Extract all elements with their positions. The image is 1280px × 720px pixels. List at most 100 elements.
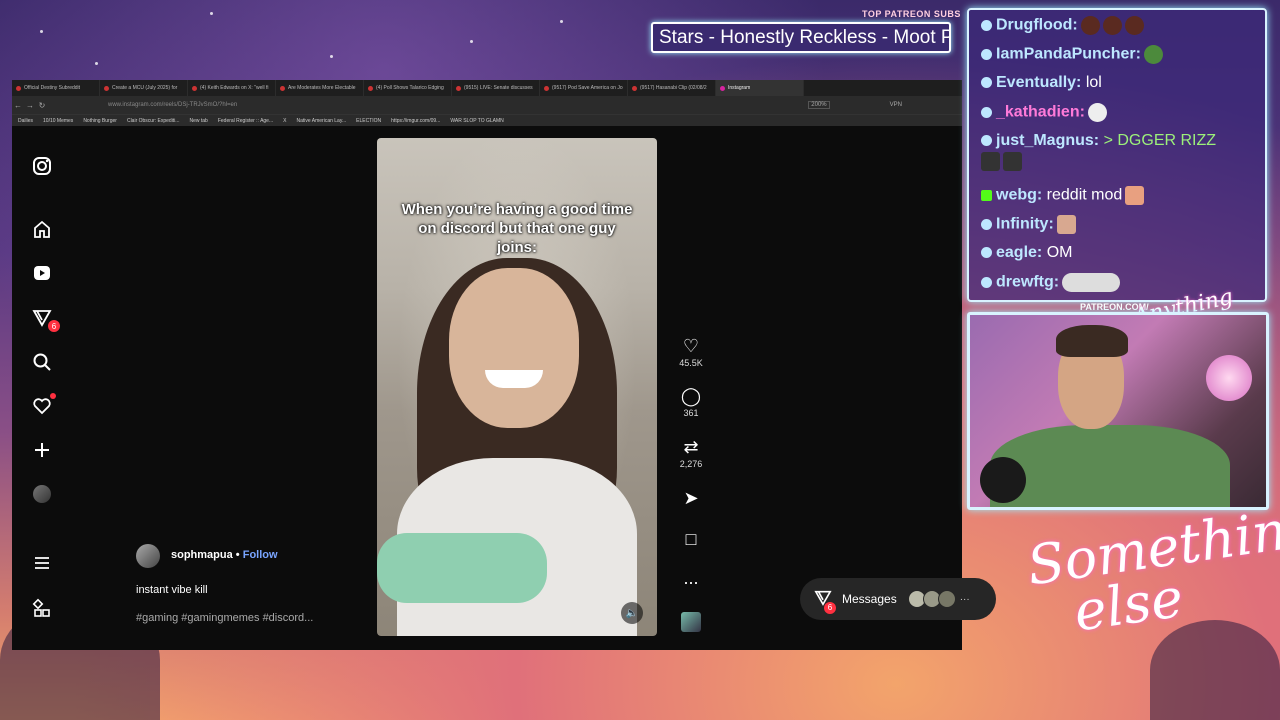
chat-badge-icon	[981, 77, 992, 89]
bookmark[interactable]: New tab	[189, 118, 207, 124]
share-button[interactable]: ➤	[678, 488, 704, 508]
mute-toggle-icon[interactable]: 🔈	[621, 602, 643, 624]
author-line: sophmapua • Follow	[171, 549, 278, 561]
bookmark[interactable]: Clair Obscur: Expediti...	[127, 118, 180, 124]
chat-username: Infinity:	[996, 215, 1054, 233]
bookmark[interactable]: Dailies	[18, 118, 33, 124]
chat-text: > DGGER RIZZ	[1103, 132, 1217, 149]
emote-icon	[981, 152, 1000, 171]
video-person-smile	[485, 370, 543, 388]
tab-label: Official Destiny Subreddit	[24, 85, 81, 91]
vpn-button[interactable]: VPN	[890, 102, 902, 108]
post-caption: instant vibe kill	[136, 584, 208, 596]
more-options-button[interactable]: ...	[678, 568, 704, 588]
reload-icon[interactable]: ↻	[36, 101, 48, 110]
menu-hamburger-icon[interactable]	[30, 551, 54, 575]
home-icon[interactable]	[30, 217, 54, 241]
also-from-meta-icon[interactable]	[30, 596, 54, 620]
chat-username: webg:	[996, 186, 1043, 204]
chat-username: drewftg:	[996, 273, 1060, 291]
ticker-text: Stars - Honestly Reckless - Moot P	[659, 27, 951, 48]
reels-icon[interactable]	[30, 261, 54, 285]
bookmark[interactable]: Native American Lay...	[296, 118, 346, 124]
emote-icon	[1056, 215, 1076, 234]
like-count: 45.5K	[679, 358, 703, 368]
bookmark[interactable]: WAR SLOP TO GLAMN	[450, 118, 503, 124]
messages-button[interactable]: 6 Messages ···	[800, 578, 996, 620]
profile-avatar[interactable]	[30, 482, 54, 506]
more-conversations: ···	[959, 593, 970, 605]
tab[interactable]: (9515) LIVE: Senate discusses	[452, 80, 540, 96]
bookmark[interactable]: X	[283, 118, 286, 124]
tab[interactable]: (4) Poll Shows Talarico Edging	[364, 80, 452, 96]
bookmark[interactable]: https://imgur.com/09...	[391, 118, 440, 124]
tab[interactable]: (9517) Pod Save America on Jo	[540, 80, 628, 96]
notifications-heart-icon[interactable]	[30, 393, 56, 418]
instagram-page: 6 When you’re having a good time on disc…	[12, 126, 996, 650]
save-button[interactable]: □	[678, 529, 704, 549]
tab[interactable]: (9517) Hasanabi Clip (02/08/2	[628, 80, 716, 96]
heart-icon: ♡	[682, 336, 700, 356]
winged-emote-icon	[1062, 273, 1121, 292]
tab-strip: Official Destiny Subreddit Create a MCU …	[12, 80, 962, 96]
chat-text: lol	[1085, 74, 1102, 91]
share-paper-plane-icon: ➤	[683, 488, 699, 508]
repost-icon: ⇄	[683, 437, 699, 457]
create-plus-icon[interactable]	[30, 438, 54, 462]
author-avatar[interactable]	[136, 544, 160, 568]
emote-icon	[1125, 186, 1145, 205]
comment-count: 361	[683, 408, 699, 418]
tab[interactable]: Are Moderates More Electable	[276, 80, 364, 96]
bookmark[interactable]: ELECTION	[356, 118, 381, 124]
chat-message: eagle: OM	[981, 244, 1072, 262]
emote-icon	[1102, 16, 1122, 35]
tab[interactable]: (4) Keith Edwards on X: "well fi	[188, 80, 276, 96]
browser-window: Official Destiny Subreddit Create a MCU …	[12, 80, 996, 650]
tab-favicon	[104, 85, 109, 91]
comment-button[interactable]: ◯ 361	[678, 386, 704, 418]
instagram-logo-icon[interactable]	[30, 154, 54, 178]
like-button[interactable]: ♡ 45.5K	[678, 336, 704, 368]
reel-video[interactable]: When you’re having a good time on discor…	[377, 138, 657, 636]
comment-icon: ◯	[680, 386, 702, 406]
tab-favicon	[456, 85, 461, 91]
forward-icon[interactable]: →	[24, 101, 36, 110]
post-hashtags[interactable]: #gaming #gamingmemes #discord...	[136, 612, 313, 624]
emote-icon	[1087, 103, 1107, 122]
url-field[interactable]: www.instagram.com/reels/DSj-TRJvSmO/?hl=…	[108, 102, 808, 108]
chat-username: just_Magnus:	[996, 132, 1100, 149]
author-username[interactable]: sophmapua	[171, 549, 233, 561]
avatar	[33, 485, 51, 503]
tab[interactable]: Official Destiny Subreddit	[12, 80, 100, 96]
chat-badge-icon	[981, 49, 992, 60]
emote-icon	[1080, 16, 1100, 35]
notification-dot	[50, 393, 56, 399]
tab-favicon	[632, 85, 637, 91]
messenger-icon: 6	[814, 589, 836, 614]
chat-badge-icon	[981, 247, 992, 259]
zoom-level[interactable]: 200%	[808, 101, 830, 109]
pepe-emote-icon	[1143, 45, 1163, 64]
tab-instagram[interactable]: Instagram	[716, 80, 804, 96]
follow-button[interactable]: Follow	[243, 549, 278, 561]
back-icon[interactable]: ←	[12, 101, 24, 110]
tab-label: (4) Poll Shows Talarico Edging	[376, 85, 444, 91]
tab-label: (4) Keith Edwards on X: "well fi	[200, 85, 269, 91]
bookmark[interactable]: Federal Register :: Age...	[218, 118, 273, 124]
messages-badge: 6	[824, 601, 836, 614]
audio-thumbnail[interactable]	[678, 612, 704, 632]
chat-badge-icon	[981, 20, 992, 31]
search-icon[interactable]	[30, 350, 54, 374]
repost-button[interactable]: ⇄ 2,276	[678, 437, 704, 469]
streamer-hair	[1056, 325, 1128, 357]
chat-username: IamPandaPuncher:	[996, 45, 1141, 63]
stream-chat: Drugflood: IamPandaPuncher: Eventually: …	[967, 8, 1267, 302]
bookmark[interactable]: Nothing Burger	[83, 118, 117, 124]
video-caption: When you’re having a good time on discor…	[401, 201, 633, 256]
messenger-icon[interactable]: 6	[30, 306, 60, 332]
tab[interactable]: Create a MCU (July 2025) for	[100, 80, 188, 96]
tab-label: (9515) LIVE: Senate discusses	[464, 85, 533, 91]
chat-message: Drugflood:	[981, 16, 1144, 35]
chat-text: OM	[1046, 244, 1073, 261]
bookmark[interactable]: 10/10 Memes	[43, 118, 73, 124]
